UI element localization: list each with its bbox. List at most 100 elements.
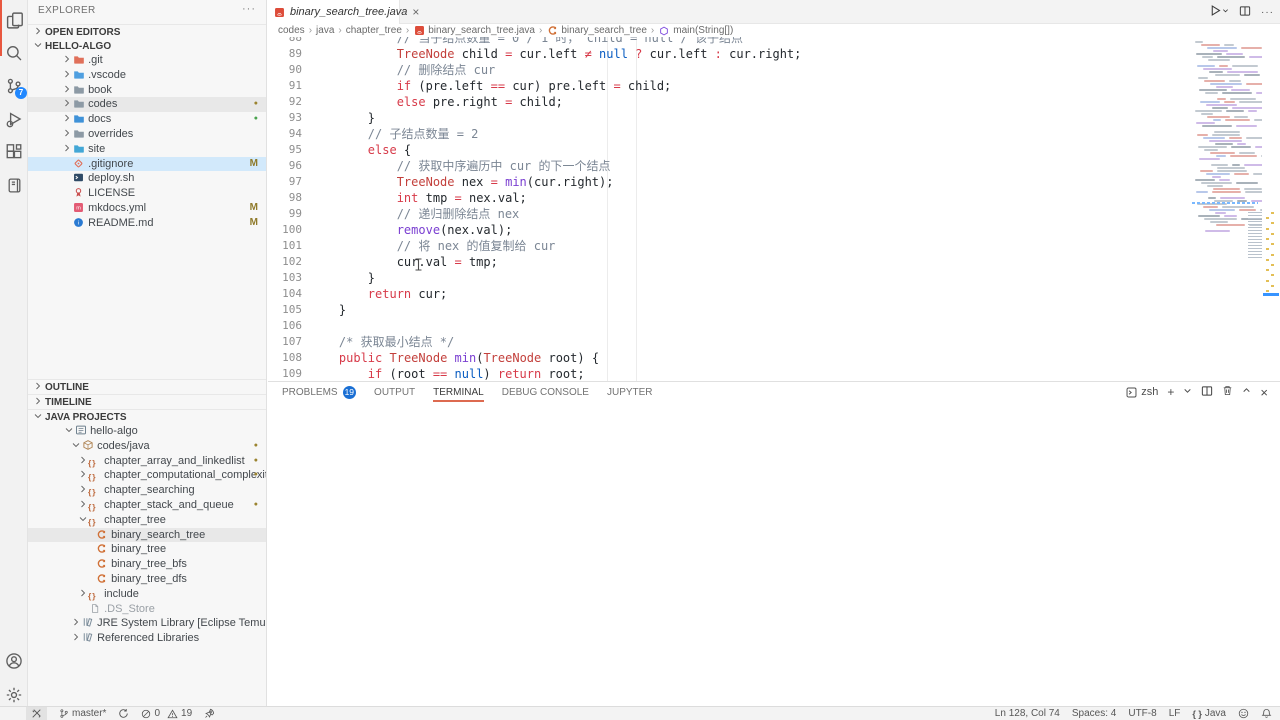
panel-tab-jupyter[interactable]: JUPYTER bbox=[607, 382, 653, 402]
code-line-109[interactable]: 109 if (root == null) return root; bbox=[268, 366, 1192, 381]
code-line-91[interactable]: 91 if (pre.left == cur) pre.left = child… bbox=[268, 78, 1192, 94]
explorer-item-codes[interactable]: codes● bbox=[28, 97, 267, 112]
activity-source-control-icon[interactable]: 7 bbox=[0, 70, 28, 102]
overview-ruler[interactable] bbox=[1262, 37, 1280, 381]
git-branch-item[interactable]: master* bbox=[59, 707, 106, 720]
terminal-profile-select[interactable]: zsh bbox=[1126, 386, 1158, 398]
code-editor[interactable]: 88 // 当子结点数量 = 0 / 1 时， child = null / 该… bbox=[268, 37, 1192, 381]
activity-notebook-icon[interactable] bbox=[0, 169, 28, 201]
explorer-item--vscode[interactable]: .vscode bbox=[28, 68, 267, 83]
code-line-99[interactable]: 99 // 递归删除结点 nex bbox=[268, 206, 1192, 222]
explorer-item-license[interactable]: LICENSE bbox=[28, 186, 267, 201]
panel-tab-debug-console[interactable]: DEBUG CONSOLE bbox=[502, 382, 589, 402]
kill-terminal-button[interactable] bbox=[1222, 385, 1233, 399]
code-line-101[interactable]: 101 // 将 nex 的值复制给 cur bbox=[268, 238, 1192, 254]
problems-item[interactable]: 0 19 bbox=[141, 707, 192, 720]
code-line-95[interactable]: 95 else { bbox=[268, 142, 1192, 158]
activity-extensions-icon[interactable] bbox=[0, 136, 28, 168]
breadcrumb-binary-search-tree-java[interactable]: binary_search_tree.java bbox=[413, 25, 535, 36]
breadcrumb-chapter-tree[interactable]: chapter_tree bbox=[346, 25, 402, 36]
code-line-92[interactable]: 92 else pre.right = child; bbox=[268, 94, 1192, 110]
java-projects-item-binary-search-tree[interactable]: binary_search_tree bbox=[28, 528, 267, 543]
explorer-item-deploy-sh[interactable]: deploy.sh bbox=[28, 171, 267, 186]
sidebar-more-actions[interactable]: ··· bbox=[242, 3, 256, 15]
editor-more-actions[interactable]: ··· bbox=[1261, 7, 1274, 18]
java-projects-item-chapter-stack-and-queue[interactable]: {} chapter_stack_and_queue● bbox=[28, 498, 267, 513]
java-projects-item-jre-system-library-eclipse-temurin-17-17-[interactable]: JRE System Library [Eclipse Temurin 17 [… bbox=[28, 616, 267, 631]
code-line-108[interactable]: 108 public TreeNode min(TreeNode root) { bbox=[268, 350, 1192, 366]
java-projects-item-binary-tree-bfs[interactable]: binary_tree_bfs bbox=[28, 557, 267, 572]
breadcrumb-binary-search-tree[interactable]: binary_search_tree bbox=[546, 25, 647, 36]
activity-explorer-icon[interactable] bbox=[0, 4, 28, 36]
java-projects-item-chapter-searching[interactable]: {} chapter_searching bbox=[28, 483, 267, 498]
java-projects-item-chapter-tree[interactable]: {} chapter_tree bbox=[28, 513, 267, 528]
java-status-rocket[interactable] bbox=[204, 707, 215, 720]
code-line-90[interactable]: 90 // 删除结点 cur bbox=[268, 62, 1192, 78]
code-line-94[interactable]: 94 // 子结点数量 = 2 bbox=[268, 126, 1192, 142]
code-line-107[interactable]: 107 /* 获取最小结点 */ bbox=[268, 334, 1192, 350]
language-mode-item[interactable]: { }Java bbox=[1192, 707, 1226, 720]
section-hello-algo[interactable]: HELLO-ALGO bbox=[28, 39, 267, 54]
section-java-projects[interactable]: JAVA PROJECTS bbox=[28, 409, 267, 424]
explorer-item--gitignore[interactable]: .gitignoreM bbox=[28, 157, 267, 172]
sync-button[interactable] bbox=[118, 707, 129, 720]
explorer-item-site[interactable]: site bbox=[28, 142, 267, 157]
tab-close-icon[interactable]: × bbox=[412, 5, 419, 19]
breadcrumb-codes[interactable]: codes bbox=[278, 25, 305, 36]
split-terminal-button[interactable] bbox=[1201, 385, 1213, 400]
code-line-97[interactable]: 97 TreeNode nex = min(cur.right); bbox=[268, 174, 1192, 190]
run-button[interactable] bbox=[1209, 4, 1229, 20]
eol-item[interactable]: LF bbox=[1169, 707, 1181, 720]
maximize-panel-button[interactable] bbox=[1242, 386, 1251, 398]
new-terminal-button[interactable]: + bbox=[1167, 385, 1174, 399]
code-line-105[interactable]: 105 } bbox=[268, 302, 1192, 318]
close-panel-button[interactable]: × bbox=[1260, 385, 1268, 400]
encoding-item[interactable]: UTF-8 bbox=[1128, 707, 1156, 720]
code-line-106[interactable]: 106 bbox=[268, 318, 1192, 334]
section-outline[interactable]: OUTLINE bbox=[28, 379, 267, 394]
code-line-103[interactable]: 103 } bbox=[268, 270, 1192, 286]
explorer-item-book[interactable]: book bbox=[28, 83, 267, 98]
java-projects-item--ds-store[interactable]: .DS_Store bbox=[28, 602, 267, 617]
explorer-item--git[interactable]: .git bbox=[28, 53, 267, 68]
section-open-editors[interactable]: OPEN EDITORS bbox=[28, 24, 267, 39]
remote-indicator[interactable] bbox=[26, 707, 47, 720]
code-line-100[interactable]: 100 remove(nex.val); bbox=[268, 222, 1192, 238]
code-line-102[interactable]: 102 cur.val = tmp; bbox=[268, 254, 1192, 270]
feedback-smiley[interactable] bbox=[1238, 707, 1249, 720]
split-editor-button[interactable] bbox=[1239, 5, 1251, 20]
activity-search-icon[interactable] bbox=[0, 37, 28, 69]
code-line-93[interactable]: 93 } bbox=[268, 110, 1192, 126]
code-line-96[interactable]: 96 // 获取中序遍历中 cur 的下一个结点 bbox=[268, 158, 1192, 174]
notifications-bell[interactable] bbox=[1261, 707, 1272, 720]
java-projects-item-binary-tree[interactable]: binary_tree bbox=[28, 542, 267, 557]
java-projects-item-chapter-computational-complexity[interactable]: {} chapter_computational_complexity● bbox=[28, 468, 267, 483]
indentation-item[interactable]: Spaces: 4 bbox=[1072, 707, 1116, 720]
explorer-item-overrides[interactable]: overrides bbox=[28, 127, 267, 142]
panel-tab-output[interactable]: OUTPUT bbox=[374, 382, 415, 402]
java-projects-item-hello-algo[interactable]: hello-algo bbox=[28, 424, 267, 439]
breadcrumb-main-string-[interactable]: main(String[]) bbox=[658, 25, 733, 36]
code-line-104[interactable]: 104 return cur; bbox=[268, 286, 1192, 302]
panel-tab-terminal[interactable]: TERMINAL bbox=[433, 382, 484, 402]
code-line-98[interactable]: 98 int tmp = nex.val; bbox=[268, 190, 1192, 206]
code-line-88[interactable]: 88 // 当子结点数量 = 0 / 1 时， child = null / 该… bbox=[268, 37, 1192, 46]
explorer-item-readme-md[interactable]: i README.mdM bbox=[28, 216, 267, 231]
java-projects-item-referenced-libraries[interactable]: Referenced Libraries bbox=[28, 631, 267, 646]
java-projects-item-codes-java[interactable]: codes/java● bbox=[28, 439, 267, 454]
activity-run-debug-icon[interactable] bbox=[0, 103, 28, 135]
section-timeline[interactable]: TIMELINE bbox=[28, 394, 267, 409]
java-projects-item-binary-tree-dfs[interactable]: binary_tree_dfs bbox=[28, 572, 267, 587]
terminal-dropdown-chevron[interactable] bbox=[1183, 386, 1192, 398]
tab-binary-search-tree[interactable]: binary_search_tree.java × bbox=[268, 0, 400, 24]
panel-tab-problems[interactable]: PROBLEMS19 bbox=[282, 382, 356, 402]
java-projects-item-chapter-array-and-linkedlist[interactable]: {} chapter_array_and_linkedlist● bbox=[28, 454, 267, 469]
activity-account-icon[interactable] bbox=[0, 645, 28, 677]
java-projects-item-include[interactable]: {} include bbox=[28, 587, 267, 602]
cursor-position[interactable]: Ln 128, Col 74 bbox=[995, 707, 1060, 720]
minimap[interactable] bbox=[1192, 37, 1262, 297]
breadcrumb-java[interactable]: java bbox=[316, 25, 334, 36]
code-line-89[interactable]: 89 TreeNode child = cur.left ≠ null ? cu… bbox=[268, 46, 1192, 62]
explorer-item-docs[interactable]: docs● bbox=[28, 112, 267, 127]
explorer-item-mkdocs-yml[interactable]: m mkdocs.ymlM bbox=[28, 201, 267, 216]
